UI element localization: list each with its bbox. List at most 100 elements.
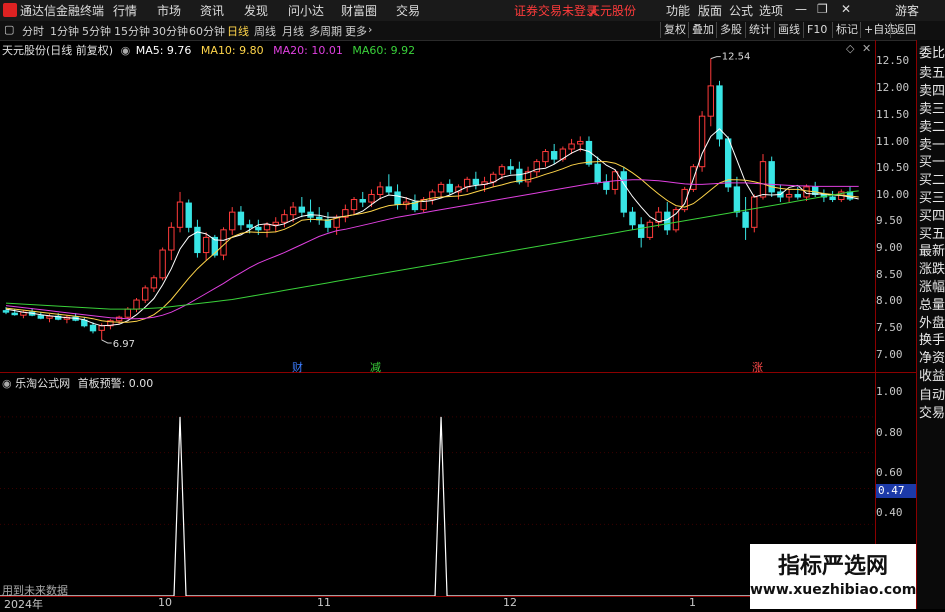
menu-item-gongshi[interactable]: 公式 — [729, 2, 753, 19]
y-tick: 10.50 — [876, 161, 910, 174]
btn-back[interactable]: 返回 — [890, 22, 919, 38]
candle — [811, 181, 819, 197]
candle — [637, 217, 645, 248]
btn-diejia[interactable]: 叠加 — [688, 22, 717, 38]
candle — [159, 247, 166, 281]
candle — [150, 275, 158, 292]
sub-y-tick: 0.60 — [876, 466, 903, 479]
panel-item-pct[interactable]: 涨幅 — [919, 279, 945, 296]
candle — [524, 166, 532, 187]
btn-huaxian[interactable]: 画线 — [774, 22, 803, 38]
candle — [759, 154, 767, 200]
candle — [507, 159, 514, 175]
btn-tongji[interactable]: 统计 — [745, 22, 774, 38]
panel-item-sell2[interactable]: 卖二 — [919, 119, 945, 136]
panel-item-auto[interactable]: 自动 — [919, 387, 945, 404]
candle — [803, 184, 810, 202]
tab-weekly[interactable]: 周线 — [254, 23, 276, 39]
panel-item-weibi[interactable]: 委比 — [919, 45, 945, 62]
signal-chart[interactable] — [0, 373, 875, 596]
candle — [107, 319, 114, 330]
panel-item-buy5[interactable]: 买五 — [919, 226, 945, 243]
candle — [437, 181, 445, 197]
menu-item-wenxiaoda[interactable]: 问小达 — [288, 2, 324, 19]
tab-30min[interactable]: 30分钟 — [152, 23, 188, 39]
menu-item-hangqing[interactable]: 行情 — [113, 2, 137, 19]
candle — [742, 197, 749, 240]
btn-biaoji[interactable]: 标记 — [832, 22, 861, 38]
window-minimize-icon[interactable]: — — [795, 2, 807, 16]
tab-15min[interactable]: 15分钟 — [114, 23, 150, 39]
x-tick: 1 — [689, 596, 696, 609]
candlestick-chart[interactable]: 12.54 6.97 — [0, 40, 875, 372]
panel-item-outer[interactable]: 外盘 — [919, 315, 945, 332]
tab-monthly[interactable]: 月线 — [282, 23, 304, 39]
menu-item-jiaoyi[interactable]: 交易 — [396, 2, 420, 19]
panel-item-sell1[interactable]: 卖一 — [919, 137, 945, 154]
panel-item-change[interactable]: 涨跌 — [919, 261, 945, 278]
menu-item-caifuquan[interactable]: 财富圈 — [341, 2, 377, 19]
tab-5min[interactable]: 5分钟 — [82, 23, 111, 39]
panel-item-buy3[interactable]: 买三 — [919, 190, 945, 207]
sub-y-tick: 0.80 — [876, 426, 903, 439]
candle — [133, 298, 140, 313]
panel-item-earnings[interactable]: 收益 — [919, 368, 945, 385]
more-chevron-icon[interactable]: › — [368, 23, 372, 36]
candle — [472, 171, 480, 190]
login-warning[interactable]: 证券交易未登录 — [514, 2, 598, 19]
tab-fenshi[interactable]: 分时 — [22, 23, 44, 39]
tab-60min[interactable]: 60分钟 — [189, 23, 225, 39]
candle — [646, 219, 654, 240]
menu-bar: 通达信金融终端 行情 市场 资讯 发现 问小达 财富圈 交易 证券交易未登录 天… — [0, 0, 945, 22]
candle — [229, 207, 236, 235]
user-label[interactable]: 游客 — [895, 2, 919, 19]
candle — [490, 171, 497, 187]
panel-item-sell5[interactable]: 卖五 — [919, 65, 945, 82]
candle — [716, 80, 723, 147]
panel-item-latest[interactable]: 最新 — [919, 243, 945, 260]
window-close-icon[interactable]: ✕ — [841, 2, 851, 16]
low-pointer — [101, 339, 112, 344]
candle — [202, 232, 210, 261]
y-tick: 7.00 — [876, 348, 903, 361]
btn-fuquan[interactable]: 复权 — [660, 22, 689, 38]
sub-y-tick: 0.40 — [876, 506, 903, 519]
panel-item-volume[interactable]: 总量 — [919, 297, 945, 314]
window-restore-icon[interactable]: ❐ — [817, 2, 828, 16]
candle — [594, 156, 601, 185]
tab-more[interactable]: 更多 — [345, 23, 367, 39]
low-price-label: 6.97 — [113, 339, 135, 350]
panel-item-buy1[interactable]: 买一 — [919, 154, 945, 171]
candle — [298, 197, 306, 218]
menu-item-xuanxiang[interactable]: 选项 — [759, 2, 783, 19]
menu-item-zixun[interactable]: 资讯 — [200, 2, 224, 19]
panel-item-buy2[interactable]: 买二 — [919, 172, 945, 189]
panel-item-sell4[interactable]: 卖四 — [919, 83, 945, 100]
btn-f10[interactable]: F10 — [803, 22, 830, 38]
app-logo-icon — [3, 3, 17, 17]
btn-duogu[interactable]: 多股 — [716, 22, 745, 38]
x-tick: 10 — [158, 596, 172, 609]
app-title: 通达信金融终端 — [20, 4, 105, 18]
panel-toggle-icon[interactable]: ▢ — [4, 23, 14, 36]
candle — [168, 222, 175, 261]
candle — [194, 219, 201, 258]
candle — [272, 217, 279, 233]
panel-item-trade[interactable]: 交易 — [919, 405, 945, 422]
menu-item-banmian[interactable]: 版面 — [698, 2, 722, 19]
tab-daily[interactable]: 日线 — [227, 23, 249, 39]
x-tick: 11 — [317, 596, 331, 609]
period-toolbar: ▢ 分时 1分钟 5分钟 15分钟 30分钟 60分钟 日线 周线 月线 多周期… — [0, 21, 945, 41]
y-tick: 12.50 — [876, 54, 910, 67]
panel-item-sell3[interactable]: 卖三 — [919, 101, 945, 118]
menu-item-faxian[interactable]: 发现 — [244, 2, 268, 19]
candle — [707, 58, 714, 127]
panel-item-netasset[interactable]: 净资 — [919, 350, 945, 367]
panel-item-buy4[interactable]: 买四 — [919, 208, 945, 225]
panel-item-turnover[interactable]: 换手 — [919, 332, 945, 349]
menu-item-gongneng[interactable]: 功能 — [666, 2, 690, 19]
menu-item-shichang[interactable]: 市场 — [157, 2, 181, 19]
tab-1min[interactable]: 1分钟 — [50, 23, 79, 39]
tab-multi-period[interactable]: 多周期 — [309, 23, 342, 39]
quote-side-panel: 委比 卖五 卖四 卖三 卖二 卖一 买一 买二 买三 买四 买五 最新 涨跌 涨… — [916, 40, 945, 609]
